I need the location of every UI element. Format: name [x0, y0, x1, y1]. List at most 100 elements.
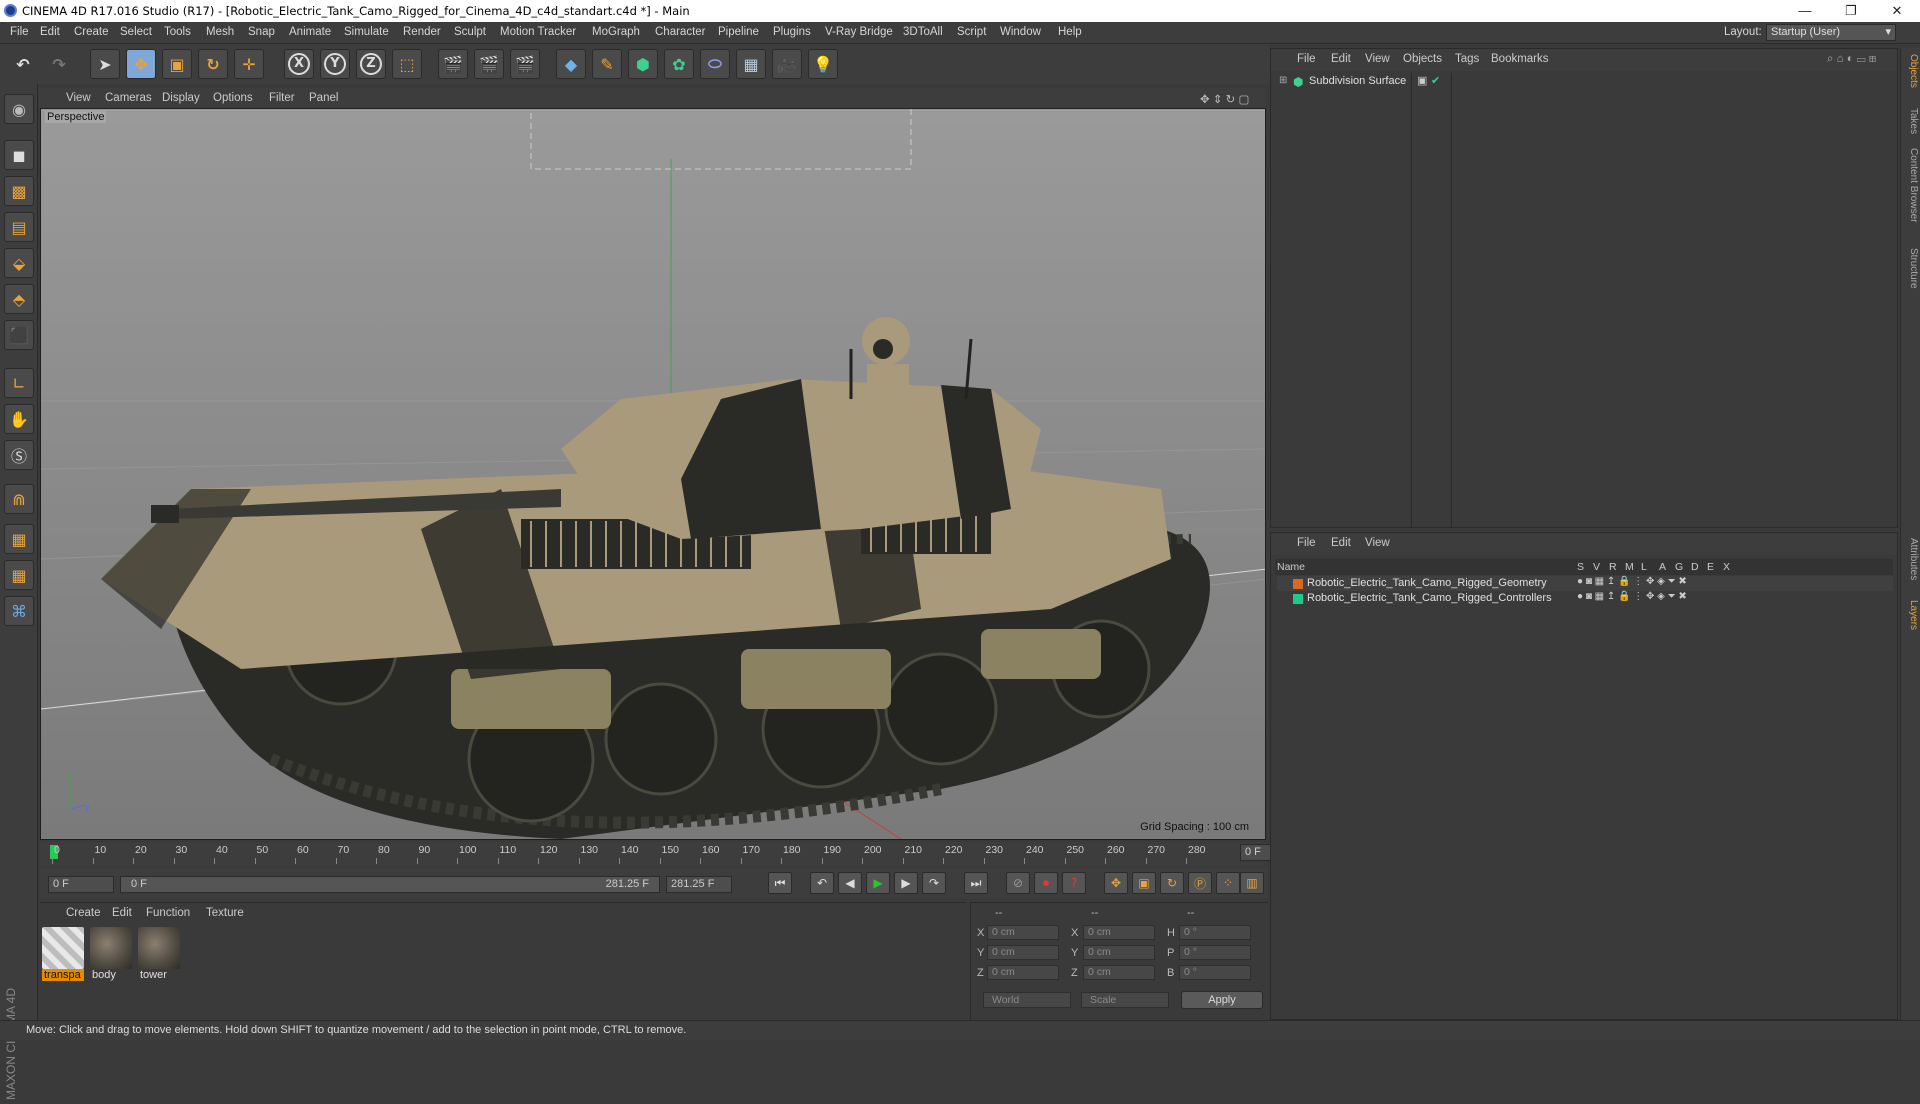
position-x-field[interactable]: 0 cm: [987, 925, 1059, 940]
coordinate-system-icon[interactable]: ⬚: [392, 49, 422, 79]
viewport-perspective[interactable]: y z Perspective Grid Spacing : 100 cm: [40, 108, 1266, 840]
subdivision-icon[interactable]: ⬢: [628, 49, 658, 79]
layer-color-swatch[interactable]: [1293, 594, 1303, 604]
coordinate-space-select[interactable]: World: [983, 992, 1071, 1008]
y-axis-icon[interactable]: Y: [320, 49, 350, 79]
workplane-icon[interactable]: ▤: [4, 212, 34, 242]
objects-menu-objects[interactable]: Objects: [1403, 53, 1442, 65]
python-icon[interactable]: ⌘: [4, 596, 34, 626]
key-position-icon[interactable]: ✥: [1104, 872, 1128, 894]
material-swatch-transpa[interactable]: transpa: [42, 927, 84, 983]
tab-objects[interactable]: Objects: [1903, 54, 1919, 88]
pen-icon[interactable]: ✎: [592, 49, 622, 79]
deformer-icon[interactable]: ⬭: [700, 49, 730, 79]
render-settings-icon[interactable]: 🎬: [510, 49, 540, 79]
menu-snap[interactable]: Snap: [248, 26, 275, 38]
rotation-b-field[interactable]: 0 °: [1179, 965, 1251, 980]
texture-mode-icon[interactable]: ▩: [4, 176, 34, 206]
tab-attributes[interactable]: Attributes: [1903, 538, 1919, 580]
menu-help[interactable]: Help: [1058, 26, 1082, 38]
menu-vray-bridge[interactable]: V-Ray Bridge: [825, 26, 893, 38]
viewport-menu-display[interactable]: Display: [162, 92, 200, 104]
key-parameter-icon[interactable]: Ⓟ: [1188, 872, 1212, 894]
make-editable-icon[interactable]: ◉: [4, 94, 34, 124]
next-frame-icon[interactable]: ▶: [894, 872, 918, 894]
snap-icon[interactable]: Ⓢ: [4, 440, 34, 470]
material-menu-create[interactable]: Create: [66, 907, 101, 919]
z-axis-icon[interactable]: Z: [356, 49, 386, 79]
layers-menu-file[interactable]: File: [1297, 537, 1316, 549]
menu-select[interactable]: Select: [120, 26, 152, 38]
record-keys-icon[interactable]: ⊘: [1006, 872, 1030, 894]
model-mode-icon[interactable]: ◼: [4, 140, 34, 170]
tab-structure[interactable]: Structure: [1903, 248, 1919, 289]
viewport-menu-filter[interactable]: Filter: [269, 92, 295, 104]
menu-create[interactable]: Create: [74, 26, 109, 38]
menu-plugins[interactable]: Plugins: [773, 26, 811, 38]
rotation-h-field[interactable]: 0 °: [1179, 925, 1251, 940]
layout-select[interactable]: Startup (User) ▾: [1766, 24, 1896, 41]
render-picture-viewer-icon[interactable]: 🎬: [474, 49, 504, 79]
scale-icon[interactable]: ▣: [162, 49, 192, 79]
mograph-icon[interactable]: ✿: [664, 49, 694, 79]
viewport-nav-icons[interactable]: ✥ ⇕ ↻ ▢: [1200, 92, 1249, 106]
size-x-field[interactable]: 0 cm: [1083, 925, 1155, 940]
frame-range-slider[interactable]: 0 F 281.25 F: [120, 876, 660, 893]
keyframe-selection-icon[interactable]: ?: [1062, 872, 1086, 894]
object-row-subdivision-surface[interactable]: ⊞ ⬢ Subdivision Surface ▣ ✔: [1275, 73, 1895, 91]
camera-icon[interactable]: 🎥: [772, 49, 802, 79]
material-swatch-body[interactable]: body: [90, 927, 132, 983]
objects-menu-file[interactable]: File: [1297, 53, 1316, 65]
go-to-end-icon[interactable]: ⏭: [964, 872, 988, 894]
menu-character[interactable]: Character: [655, 26, 706, 38]
go-to-start-icon[interactable]: ⏮: [768, 872, 792, 894]
menu-tools[interactable]: Tools: [164, 26, 191, 38]
move-icon[interactable]: ✥: [126, 49, 156, 79]
select-icon[interactable]: ➤: [90, 49, 120, 79]
viewport-menu-view[interactable]: View: [66, 92, 91, 104]
previous-key-icon[interactable]: ↶: [810, 872, 834, 894]
menu-motion-tracker[interactable]: Motion Tracker: [500, 26, 576, 38]
layer-row-geometry[interactable]: Robotic_Electric_Tank_Camo_Rigged_Geomet…: [1277, 576, 1893, 591]
timeline-ruler[interactable]: 0 10 20 30 40 50 60 70 80 90 100 110 120 130 140 150 160…: [40, 842, 1306, 866]
layer-row-controllers[interactable]: Robotic_Electric_Tank_Camo_Rigged_Contro…: [1277, 591, 1893, 606]
next-key-icon[interactable]: ↷: [922, 872, 946, 894]
menu-simulate[interactable]: Simulate: [344, 26, 389, 38]
apply-button[interactable]: Apply: [1181, 991, 1263, 1009]
undo-icon[interactable]: ↶: [8, 49, 38, 79]
tweak-mode-icon[interactable]: ✋: [4, 404, 34, 434]
rotate-icon[interactable]: ↻: [198, 49, 228, 79]
material-menu-texture[interactable]: Texture: [206, 907, 244, 919]
position-y-field[interactable]: 0 cm: [987, 945, 1059, 960]
close-button[interactable]: ✕: [1874, 0, 1920, 22]
tab-takes[interactable]: Takes: [1903, 108, 1919, 134]
redo-icon[interactable]: ↷: [44, 49, 74, 79]
autokey-icon[interactable]: ⏺: [1034, 872, 1058, 894]
menu-window[interactable]: Window: [1000, 26, 1041, 38]
expand-icon[interactable]: ⊞: [1279, 75, 1287, 86]
magnet-icon[interactable]: ⋒: [4, 484, 34, 514]
size-y-field[interactable]: 0 cm: [1083, 945, 1155, 960]
menu-pipeline[interactable]: Pipeline: [718, 26, 759, 38]
layer-flag-icons[interactable]: ● ◙ ▦ ↥ 🔒 ⋮ ✥ ◈ ⏷ ✖: [1577, 576, 1687, 587]
edges-mode-icon[interactable]: ⬘: [4, 284, 34, 314]
layer-flag-icons[interactable]: ● ◙ ▦ ↥ 🔒 ⋮ ✥ ◈ ⏷ ✖: [1577, 591, 1687, 602]
viewport-menu-options[interactable]: Options: [213, 92, 253, 104]
planar-workplane-icon[interactable]: ▦: [4, 560, 34, 590]
menu-mograph[interactable]: MoGraph: [592, 26, 640, 38]
axis-mode-icon[interactable]: ∟: [4, 368, 34, 398]
key-scale-icon[interactable]: ▣: [1132, 872, 1156, 894]
key-pla-icon[interactable]: ⁘: [1216, 872, 1240, 894]
floor-icon[interactable]: ▦: [736, 49, 766, 79]
light-icon[interactable]: 💡: [808, 49, 838, 79]
viewport-menu-cameras[interactable]: Cameras: [105, 92, 152, 104]
tab-layers[interactable]: Layers: [1903, 600, 1919, 630]
material-menu-edit[interactable]: Edit: [112, 907, 132, 919]
viewport-menu-panel[interactable]: Panel: [309, 92, 338, 104]
objects-menu-bookmarks[interactable]: Bookmarks: [1491, 53, 1549, 65]
rotation-p-field[interactable]: 0 °: [1179, 945, 1251, 960]
visibility-icon[interactable]: ▣: [1417, 74, 1427, 87]
timeline-window-icon[interactable]: ▥: [1240, 872, 1264, 894]
objects-menu-tags[interactable]: Tags: [1455, 53, 1479, 65]
render-view-icon[interactable]: 🎬: [438, 49, 468, 79]
